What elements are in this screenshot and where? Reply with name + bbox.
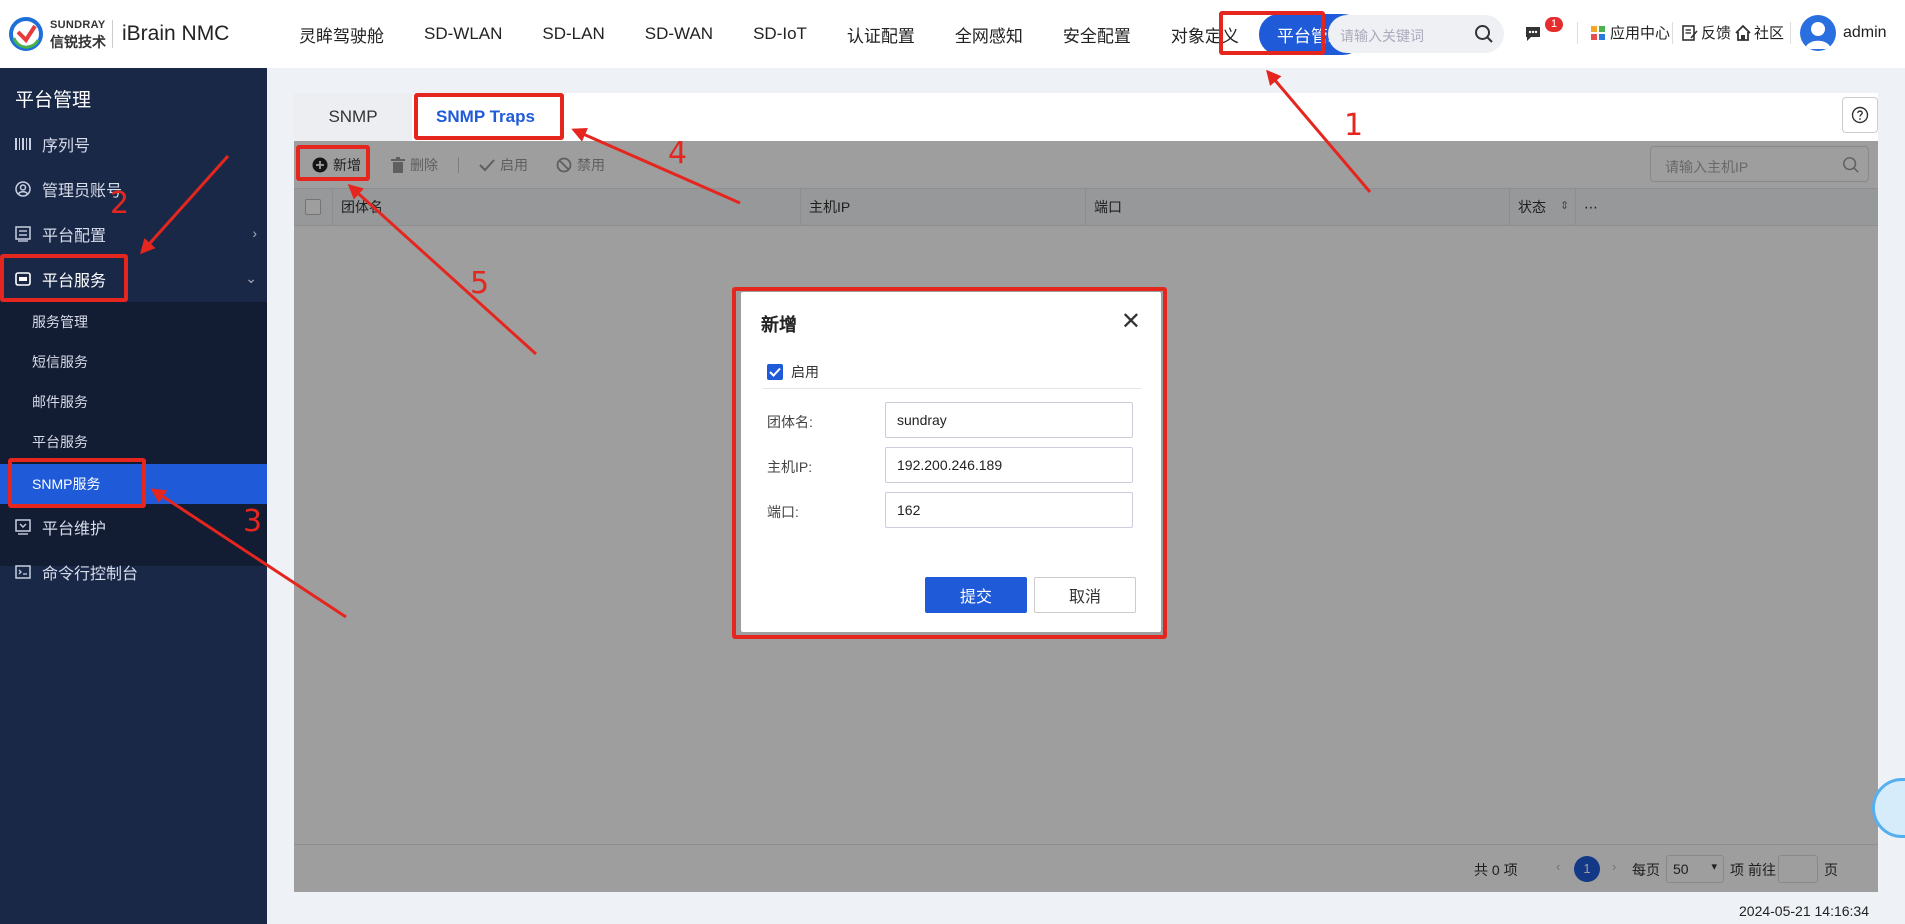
- annotation-number-4: 4: [668, 136, 688, 171]
- arrow-5: [347, 183, 538, 356]
- annotation-number-5: 5: [470, 266, 490, 301]
- arrow-2: [139, 154, 230, 255]
- annotation-number-2: 2: [110, 186, 130, 221]
- annotation-number-3: 3: [243, 504, 263, 539]
- annotation-number-1: 1: [1344, 108, 1364, 143]
- annotation-arrows: [139, 69, 1372, 619]
- arrow-4: [571, 127, 741, 205]
